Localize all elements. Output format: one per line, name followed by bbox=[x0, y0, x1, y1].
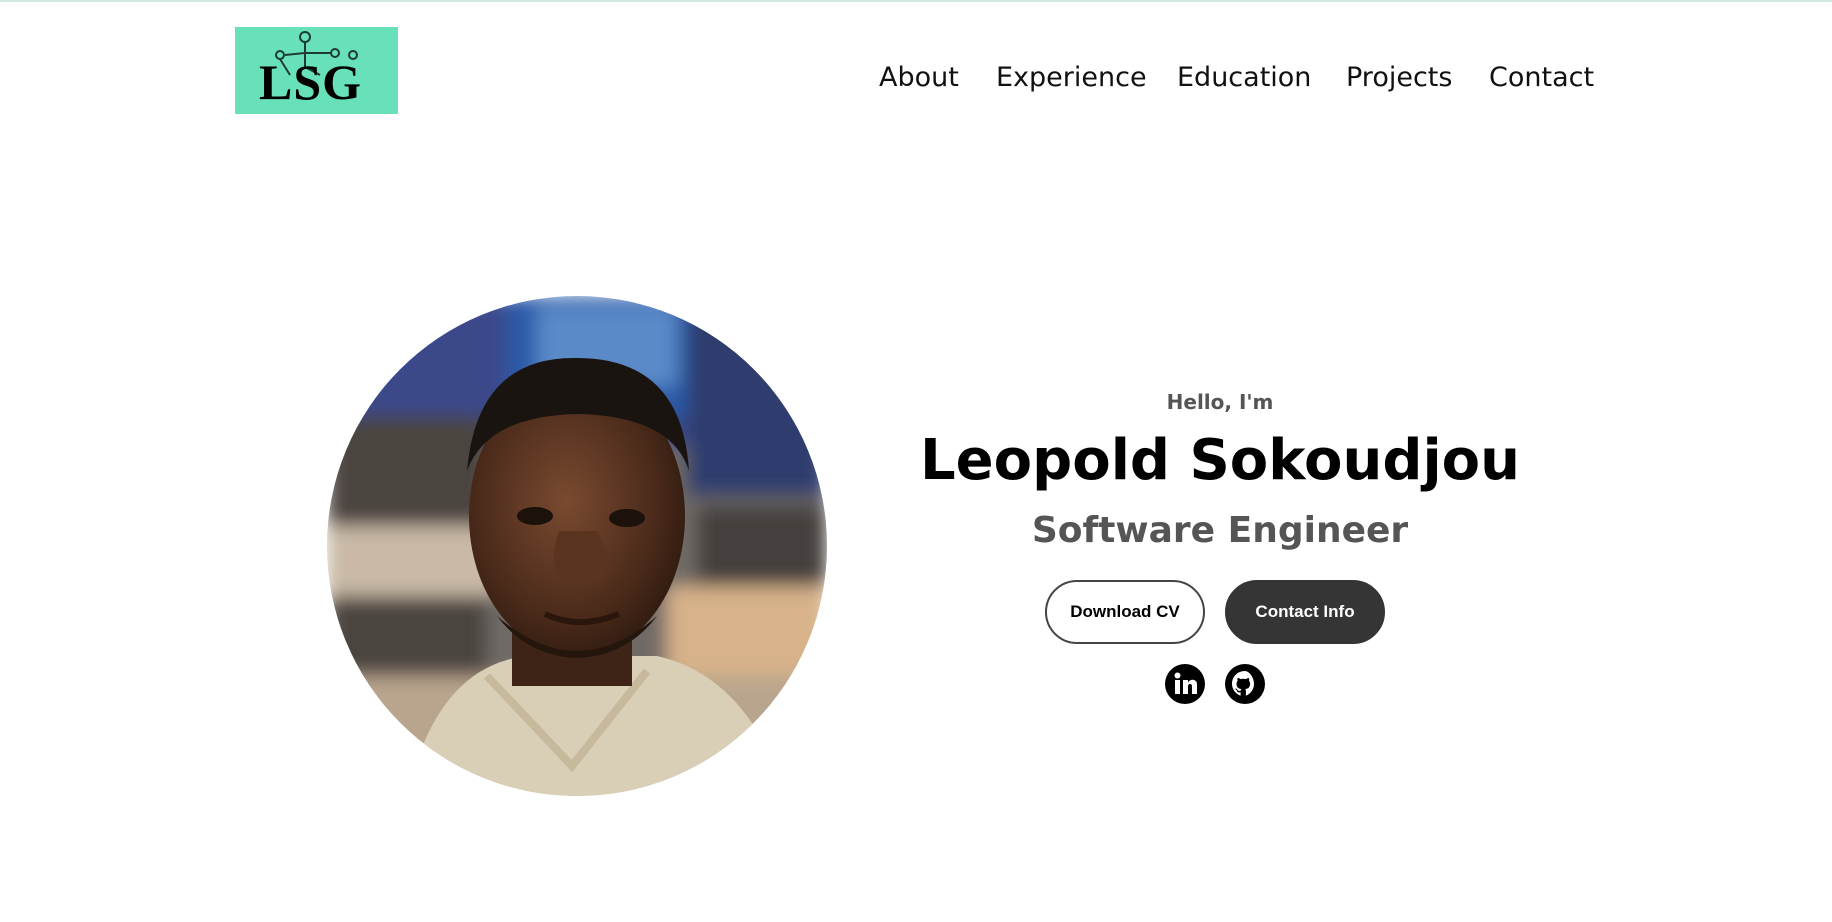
main-nav: About Experience Education Projects Cont… bbox=[879, 58, 1599, 98]
nav-experience[interactable]: Experience bbox=[996, 58, 1147, 98]
nav-education[interactable]: Education bbox=[1177, 58, 1311, 98]
top-accent-line bbox=[0, 0, 1832, 2]
contact-info-button[interactable]: Contact Info bbox=[1225, 580, 1385, 644]
hero-role: Software Engineer bbox=[1031, 510, 1409, 551]
site-logo[interactable]: LSG bbox=[235, 27, 398, 114]
nav-contact[interactable]: Contact bbox=[1489, 58, 1594, 98]
nav-projects[interactable]: Projects bbox=[1346, 58, 1452, 98]
logo-text: LSG bbox=[259, 54, 363, 110]
linkedin-icon[interactable] bbox=[1164, 663, 1206, 705]
nav-about[interactable]: About bbox=[879, 58, 959, 98]
download-cv-button[interactable]: Download CV bbox=[1045, 580, 1205, 644]
hero-name: Leopold Sokoudjou bbox=[920, 428, 1520, 493]
profile-photo bbox=[327, 296, 827, 796]
hero-greeting: Hello, I'm bbox=[1166, 390, 1274, 414]
github-icon[interactable] bbox=[1224, 663, 1266, 705]
